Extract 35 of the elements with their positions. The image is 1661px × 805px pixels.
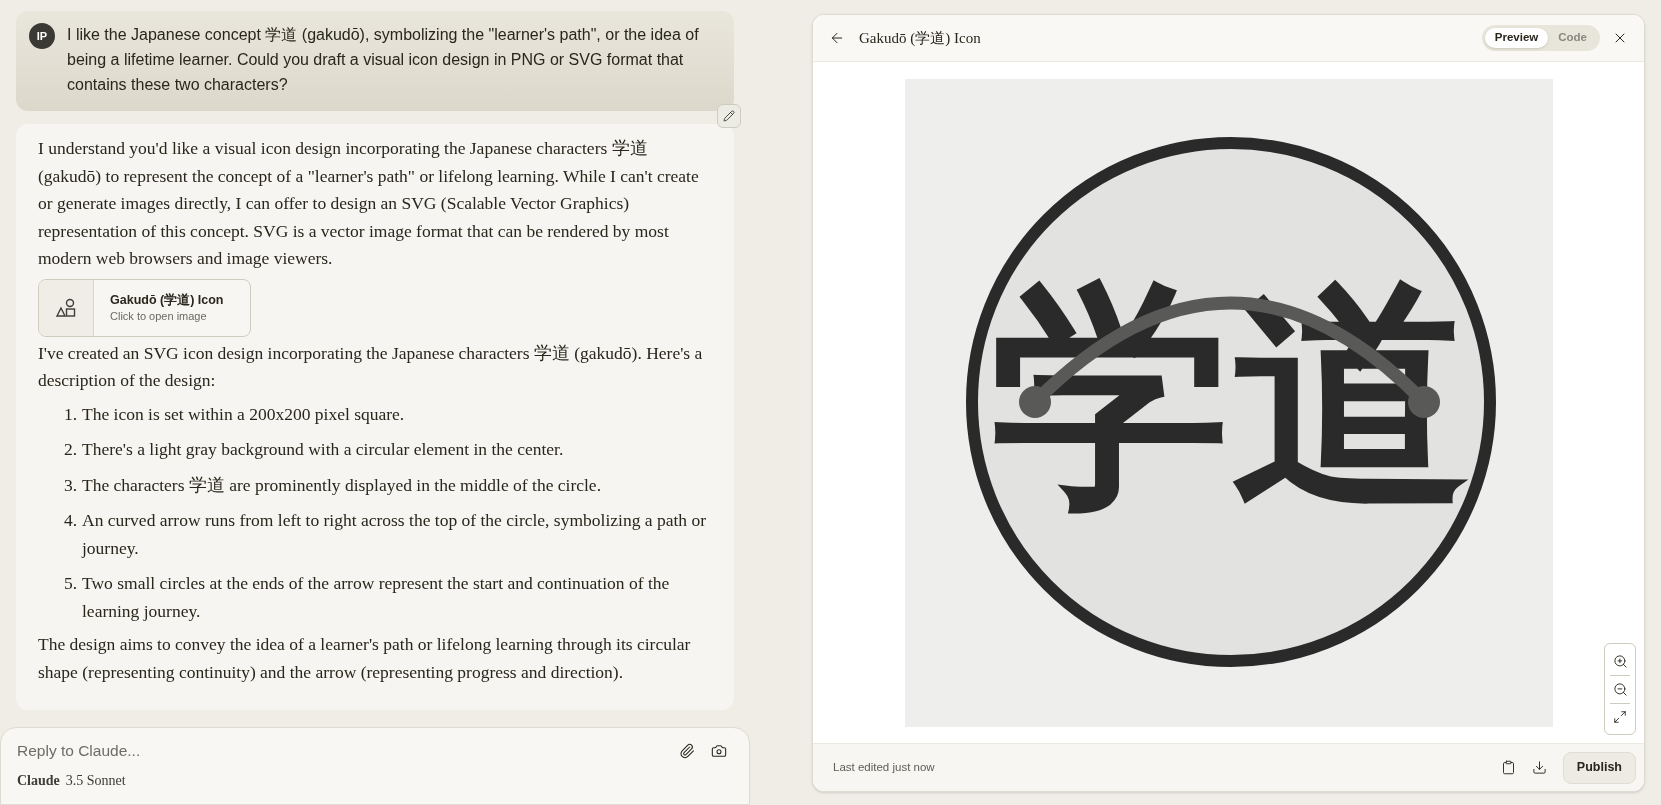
assistant-description-text: I've created an SVG icon design incorporating the Japanese characters 学道 (gakudō). Here's a description of the design: (38, 341, 704, 392)
assistant-conclusion-text: The design aims to convey the idea of a learner's path or lifelong learning through its circular shape (representing continuity) and the arrow (representing progress and direction). (38, 633, 692, 684)
list-item-text: An curved arrow runs from left to right across the top of the circle, symbolizing a path or journey. (82, 509, 707, 560)
list-number: 4. (62, 509, 78, 532)
model-version[interactable]: 3.5 Sonnet (65, 770, 126, 792)
list-number: 5. (62, 572, 78, 595)
list-item-text: Two small circles at the ends of the arrow represent the start and continuation of the learning journey. (82, 572, 671, 623)
edit-button[interactable] (717, 104, 741, 128)
artifact-card[interactable]: Gakudō (学道) Icon Click to open image (38, 278, 251, 337)
last-edited-status: Last edited just now (833, 759, 935, 775)
user-message-text: I like the Japanese concept 学道 (gakudō), symbolizing the "learner's path", or the idea of being a lifetime learner. Could you draft a visual icon design in PNG or SVG format that contains these two characters? (67, 25, 700, 95)
publish-button[interactable]: Publish (1562, 751, 1636, 784)
list-number: 3. (62, 473, 78, 497)
view-tab[interactable]: Preview (1484, 28, 1549, 48)
model-name[interactable]: Claude (17, 770, 60, 792)
expand-icon[interactable] (1613, 710, 1627, 724)
zoom-out-icon[interactable] (1612, 682, 1628, 697)
artifact-subtitle: Click to open image (110, 308, 208, 324)
list-number: 1. (62, 402, 78, 426)
camera-icon[interactable] (711, 742, 727, 759)
shapes-icon (55, 296, 77, 319)
pencil-icon (723, 110, 735, 122)
list-number: 2. (62, 438, 78, 461)
download-icon[interactable] (1531, 760, 1547, 775)
list-item-text: The icon is set within a 200x200 pixel square. (82, 402, 405, 426)
user-avatar: IP (29, 23, 55, 49)
zoom-in-icon[interactable] (1612, 654, 1628, 669)
artifact-panel-title: Gakudō (学道) Icon (859, 28, 981, 48)
reply-composer-field[interactable]: Reply to Claude... Claude 3.5 Sonnet (0, 727, 750, 805)
assistant-intro-text: I understand you'd like a visual icon design incorporating the Japanese characters 学道 (gakudō) to represent the concept of a "learner's path" or lifelong learning. While I can't create or generate images directly, I can offer to design an SVG (Scalable Vector Graphics) representation of this concept. SVG is a vector image format that can be rendered by most modern web browsers and image viewers. (38, 137, 700, 270)
artifact-title: Gakudō (学道) Icon (110, 291, 224, 309)
list-item-text: There's a light gray background with a circular element in the center. (82, 438, 564, 461)
paperclip-icon[interactable] (679, 742, 695, 759)
list-item-text: The characters 学道 are prominently displayed in the middle of the circle. (82, 473, 601, 497)
clipboard-icon[interactable] (1500, 760, 1516, 775)
